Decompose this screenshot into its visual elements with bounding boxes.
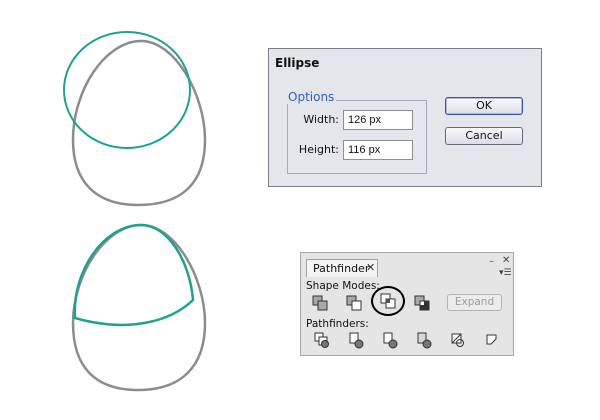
minimize-icon[interactable]: – bbox=[489, 257, 494, 267]
intersect-result-teal bbox=[73, 223, 195, 327]
tab-label: Pathfinder bbox=[313, 262, 370, 275]
divide-icon[interactable] bbox=[313, 331, 331, 349]
minus-back-icon[interactable] bbox=[483, 331, 501, 349]
cancel-button[interactable]: Cancel bbox=[445, 127, 523, 145]
height-label: Height: bbox=[298, 143, 339, 156]
dialog-title: Ellipse bbox=[275, 56, 320, 70]
width-label: Width: bbox=[303, 113, 339, 126]
pathfinders-label: Pathfinders: bbox=[306, 318, 369, 330]
shape-modes-label: Shape Modes: bbox=[306, 280, 380, 292]
crop-icon[interactable] bbox=[415, 331, 433, 349]
exclude-icon[interactable] bbox=[413, 294, 431, 312]
minus-front-icon[interactable] bbox=[345, 294, 363, 312]
expand-button[interactable]: Expand bbox=[447, 294, 502, 311]
intersect-highlight-ring bbox=[371, 286, 405, 316]
close-icon[interactable]: ✕ bbox=[366, 262, 375, 274]
unite-icon[interactable] bbox=[311, 294, 329, 312]
ok-button[interactable]: OK bbox=[445, 97, 523, 115]
panel-close-icon[interactable]: ✕ bbox=[502, 256, 510, 266]
trim-icon[interactable] bbox=[347, 331, 365, 349]
merge-icon[interactable] bbox=[381, 331, 399, 349]
options-legend: Options bbox=[286, 90, 337, 104]
width-field[interactable] bbox=[343, 110, 413, 130]
height-field[interactable] bbox=[343, 140, 413, 160]
panel-menu-icon[interactable]: ▾☰ bbox=[499, 268, 512, 278]
outline-icon[interactable] bbox=[449, 331, 467, 349]
